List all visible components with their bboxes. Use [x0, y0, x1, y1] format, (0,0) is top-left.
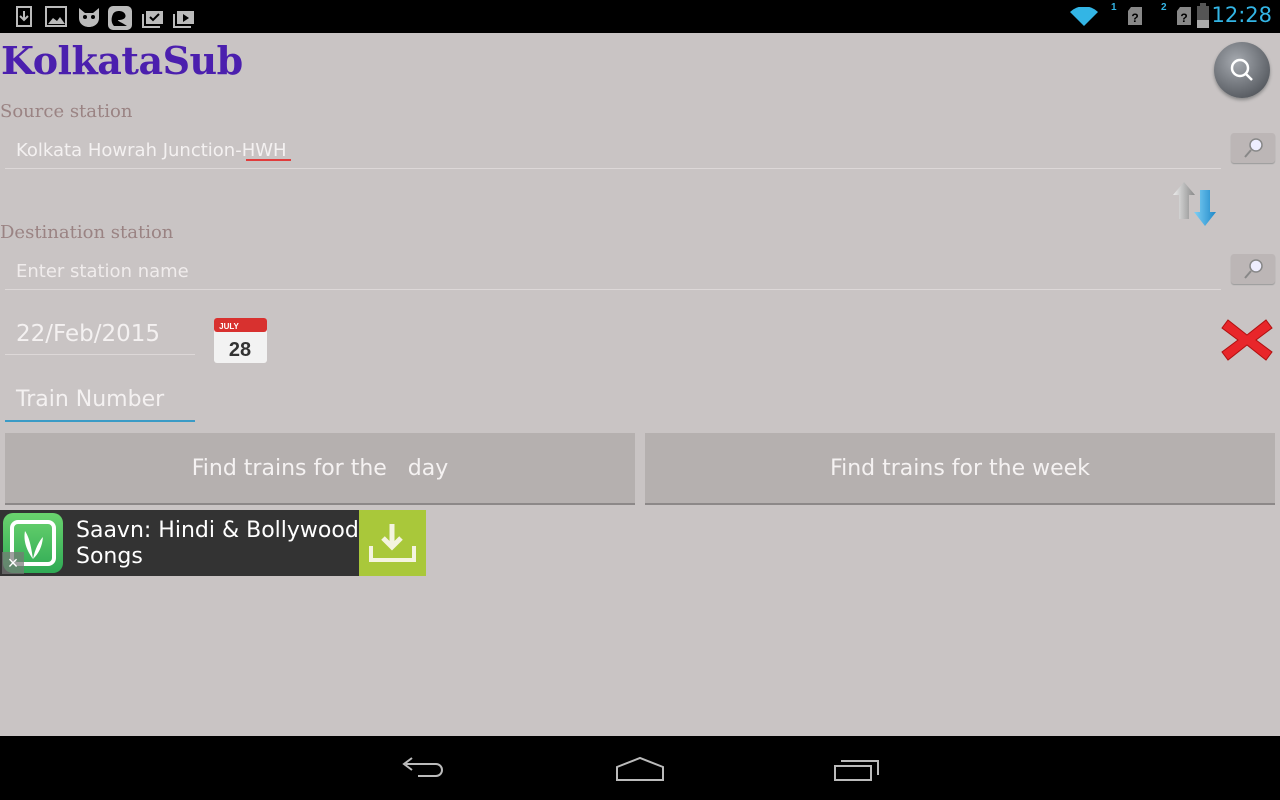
ad-banner[interactable]: × Saavn: Hindi & Bollywood Songs	[0, 510, 426, 576]
swap-arrows-icon	[1173, 182, 1216, 226]
magnifier-icon	[1244, 259, 1263, 279]
navigation-bar	[0, 736, 1280, 800]
recent-apps-button[interactable]	[832, 756, 884, 784]
train-number-input[interactable]: Train Number	[5, 382, 195, 422]
magnifier-icon	[1244, 138, 1263, 158]
briefcase-check-icon	[142, 11, 163, 28]
swap-stations-button[interactable]	[1172, 180, 1224, 228]
briefcase-play-icon	[173, 11, 194, 28]
destination-station-input[interactable]: Enter station name	[5, 255, 1221, 290]
date-value: 22/Feb/2015	[16, 321, 161, 347]
status-bar: 1 ? 2 ? 12:28	[0, 0, 1280, 33]
calendar-day: 28	[229, 339, 251, 361]
clear-button[interactable]	[1220, 314, 1274, 366]
ad-close-button[interactable]: ×	[2, 552, 24, 574]
battery-icon	[1197, 3, 1209, 28]
red-x-icon	[1221, 319, 1273, 361]
svg-text:?: ?	[1180, 11, 1187, 25]
sim1-unknown-icon: ?	[1128, 7, 1142, 25]
date-input[interactable]: 22/Feb/2015	[5, 316, 195, 355]
wifi-icon	[1070, 7, 1098, 26]
source-station-value: Kolkata Howrah Junction-HWH	[16, 140, 287, 161]
destination-station-placeholder: Enter station name	[16, 261, 189, 282]
back-button[interactable]	[400, 756, 448, 784]
search-icon	[1230, 58, 1253, 81]
ad-text: Saavn: Hindi & Bollywood Songs	[76, 518, 359, 570]
search-button[interactable]	[1214, 42, 1270, 98]
ad-title-line2: Songs	[76, 544, 143, 569]
train-number-placeholder: Train Number	[16, 387, 165, 412]
cat-app-icon	[79, 8, 99, 27]
source-station-input[interactable]: Kolkata Howrah Junction-HWH	[5, 134, 1221, 169]
spellcheck-underline	[246, 159, 291, 161]
home-button[interactable]	[614, 756, 666, 784]
find-trains-day-button[interactable]: Find trains for the day	[5, 433, 635, 505]
image-icon	[45, 6, 67, 27]
clock: 12:28	[1211, 3, 1272, 27]
destination-station-label: Destination station	[0, 222, 174, 243]
download-icon	[16, 6, 32, 27]
svg-text:?: ?	[1131, 11, 1138, 25]
sim1-label: 1	[1111, 2, 1117, 13]
app-icon	[108, 6, 132, 30]
find-trains-week-button[interactable]: Find trains for the week	[645, 433, 1275, 505]
source-lookup-button[interactable]	[1231, 133, 1275, 163]
source-station-label: Source station	[0, 101, 133, 122]
ad-title-line1: Saavn: Hindi & Bollywood	[76, 518, 359, 543]
download-icon	[369, 524, 416, 562]
calendar-icon: JULY 28	[214, 318, 267, 363]
destination-lookup-button[interactable]	[1231, 254, 1275, 284]
sim2-label: 2	[1161, 2, 1167, 13]
app-title: KolkataSub	[1, 38, 243, 83]
calendar-button[interactable]: JULY 28	[213, 312, 269, 364]
calendar-month: JULY	[219, 322, 239, 331]
ad-download-button[interactable]	[359, 510, 426, 576]
sim2-unknown-icon: ?	[1177, 7, 1191, 25]
